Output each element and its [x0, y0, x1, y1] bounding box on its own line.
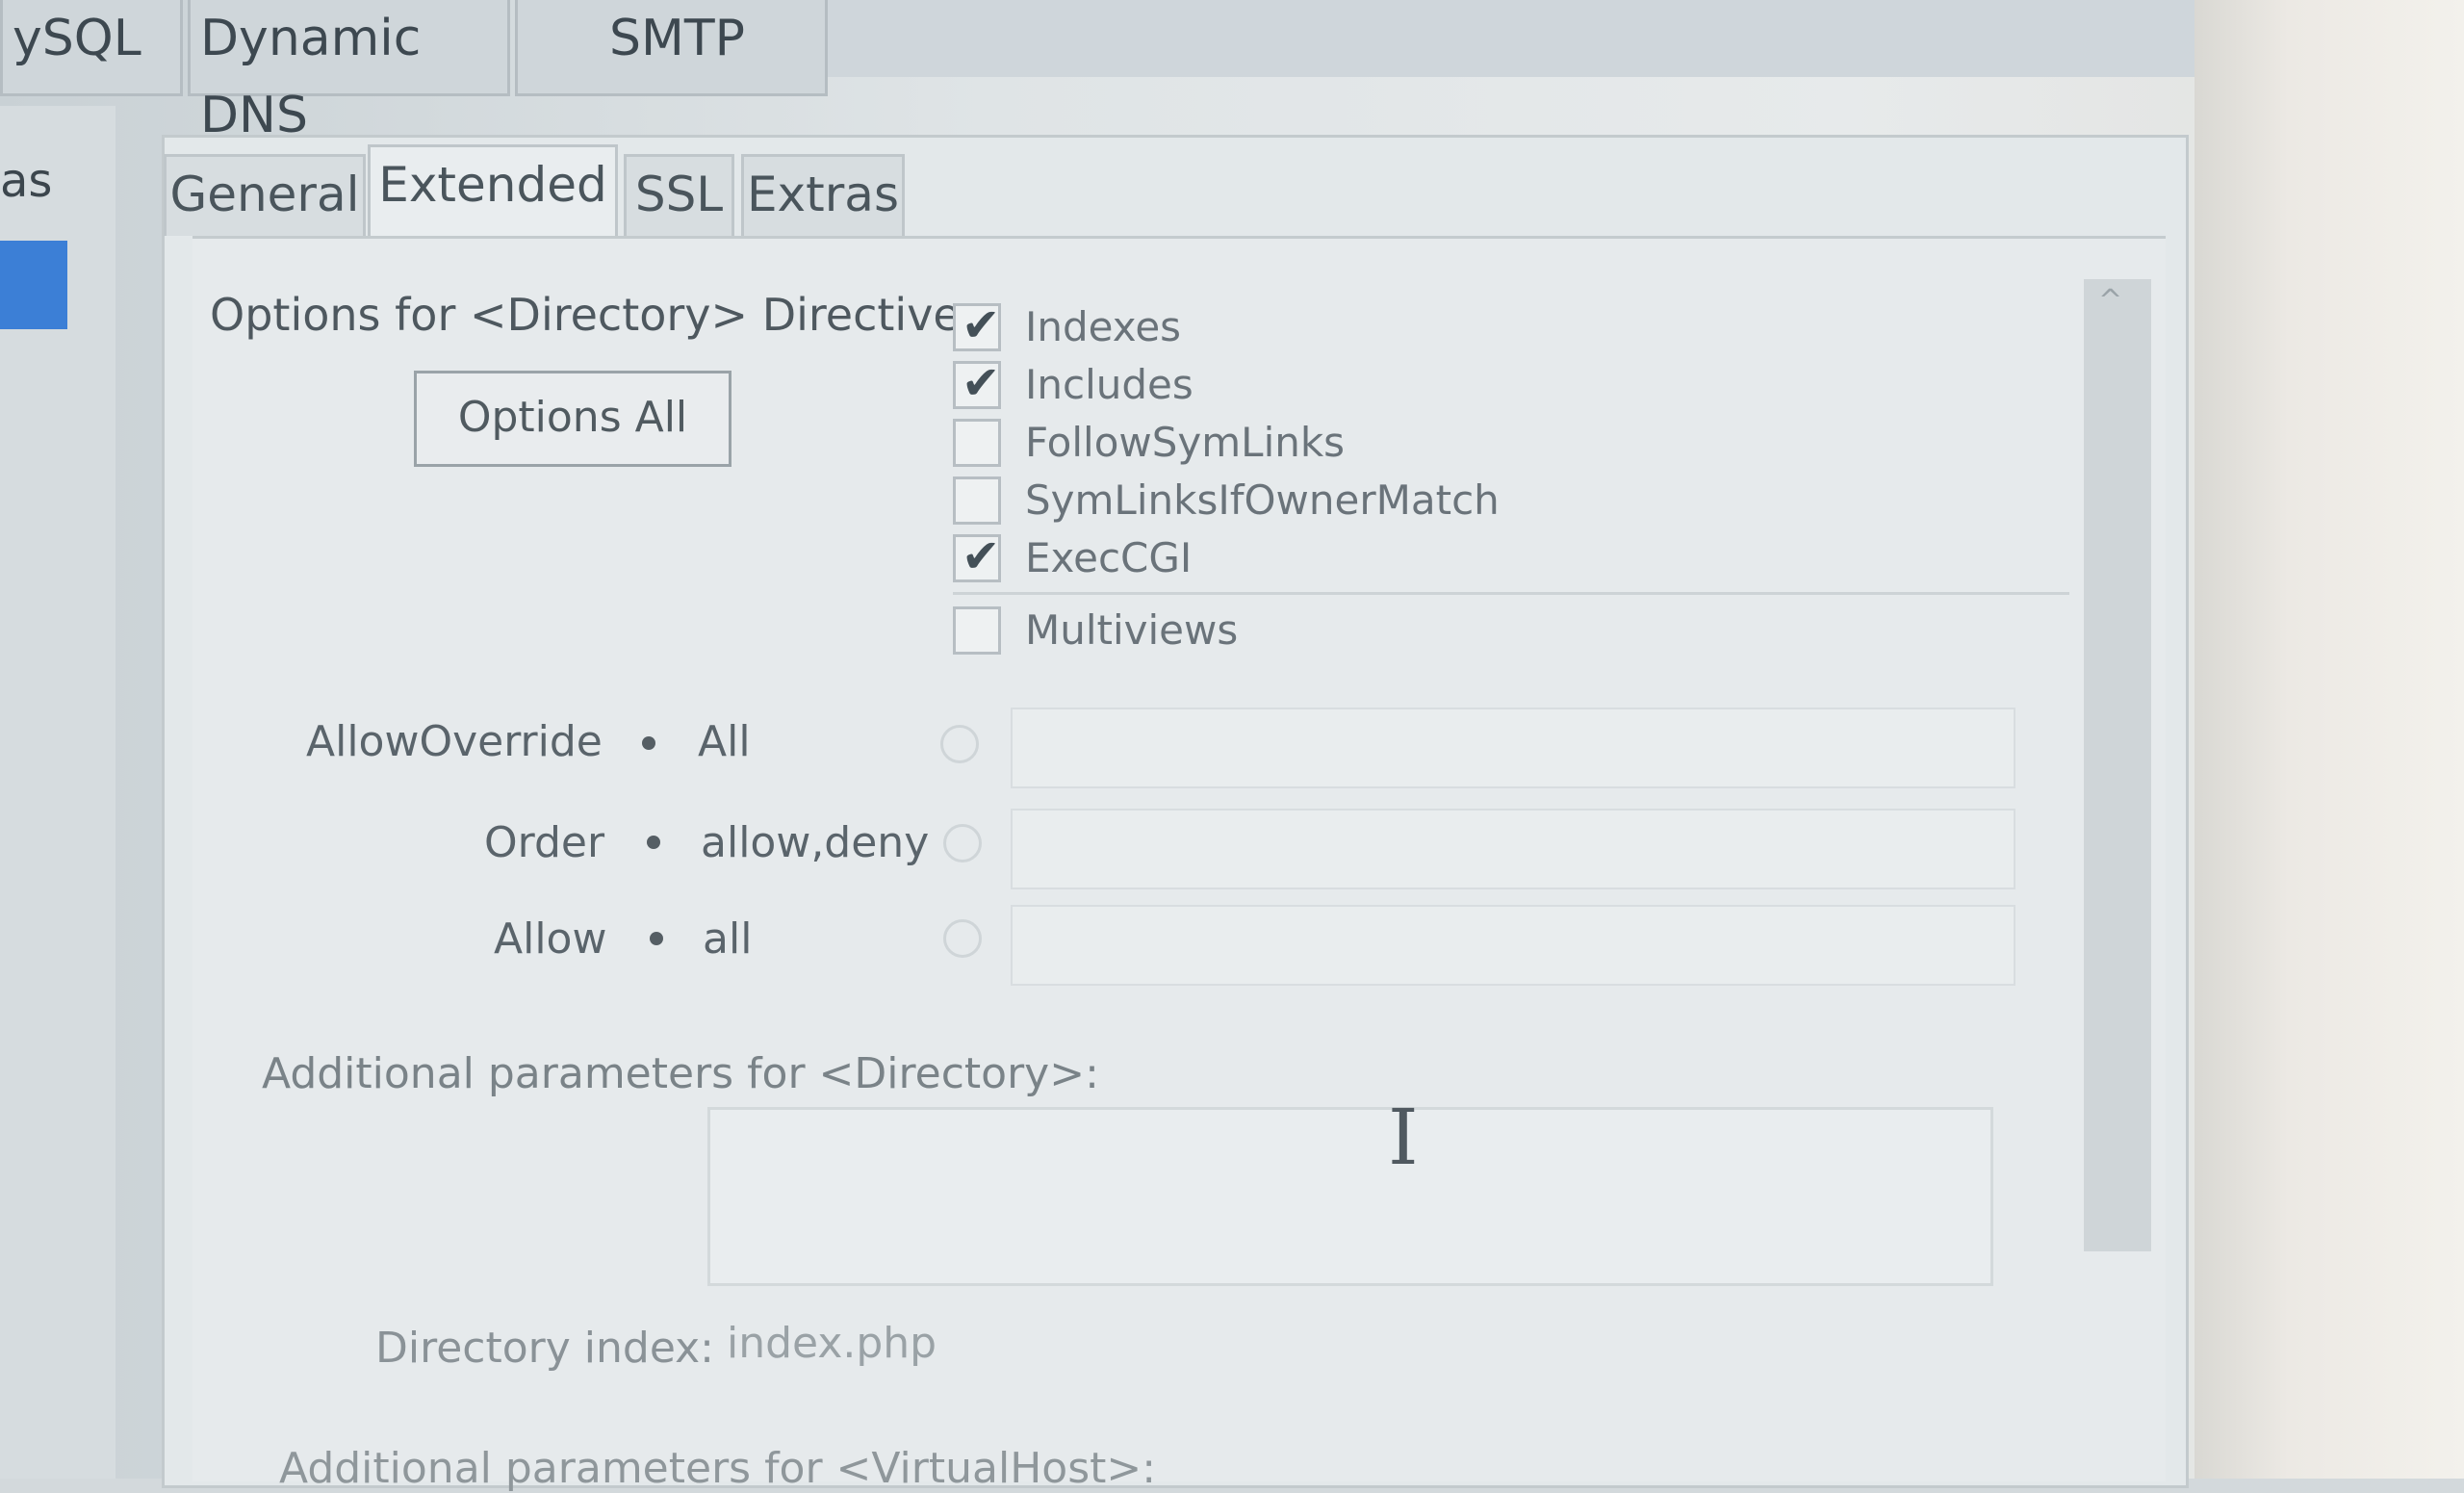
indexes-label: Indexes: [1025, 303, 1182, 350]
check-icon: ✔: [962, 529, 1001, 583]
allowoverride-label: AllowOverride: [306, 717, 603, 766]
allowoverride-radio-custom[interactable]: [940, 725, 979, 763]
allow-value: all: [703, 914, 753, 964]
text-cursor-icon: I: [1388, 1093, 1419, 1182]
sidebar-item-extras[interactable]: as: [0, 154, 52, 208]
allow-custom-field[interactable]: [1011, 905, 2015, 986]
tab-extras-label: Extras: [746, 167, 900, 222]
sidebar-selected-item[interactable]: [0, 241, 67, 329]
additional-directory-textarea[interactable]: [707, 1107, 1993, 1286]
allow-radio-selected[interactable]: [650, 932, 663, 945]
tab-extended[interactable]: Extended: [368, 144, 618, 236]
tab-smtp-label: SMTP: [609, 10, 745, 67]
tab-mysql[interactable]: ySQL: [0, 0, 183, 96]
check-icon: ✔: [962, 298, 1001, 352]
tab-general[interactable]: General: [164, 154, 366, 236]
symlinksifownermatch-label: SymLinksIfOwnerMatch: [1025, 476, 1500, 524]
includes-checkbox[interactable]: ✔: [953, 356, 1001, 410]
scrollbar[interactable]: [2084, 279, 2151, 1251]
check-icon: ✔: [962, 356, 1001, 410]
tab-mysql-label: ySQL: [13, 10, 141, 67]
tab-dynamic-dns[interactable]: Dynamic DNS: [188, 0, 510, 144]
tab-smtp[interactable]: SMTP: [515, 0, 828, 96]
top-tab-strip: [828, 0, 2194, 77]
scroll-up-icon[interactable]: ^: [2098, 284, 2122, 318]
execcgi-checkbox[interactable]: ✔: [953, 529, 1001, 583]
followsymlinks-label: FollowSymLinks: [1025, 419, 1346, 466]
allow-label: Allow: [494, 914, 607, 964]
tab-ssl-label: SSL: [634, 167, 724, 222]
order-custom-field[interactable]: [1011, 809, 2015, 889]
multiviews-checkbox[interactable]: [953, 606, 1001, 655]
directory-options-label: Options for <Directory> Directive:: [210, 289, 976, 341]
allow-radio-custom[interactable]: [943, 919, 982, 958]
allowoverride-radio-selected[interactable]: [642, 736, 655, 750]
multiviews-label: Multiviews: [1025, 606, 1239, 654]
includes-label: Includes: [1025, 361, 1194, 408]
tab-extended-label: Extended: [378, 157, 607, 213]
order-label: Order: [484, 818, 605, 867]
directory-index-label: Directory index:: [375, 1324, 714, 1373]
additional-directory-label: Additional parameters for <Directory>:: [262, 1049, 1099, 1098]
allowoverride-value: All: [698, 717, 751, 766]
options-divider: [953, 592, 2069, 595]
top-tab-bar: ySQL Dynamic DNS SMTP: [0, 0, 828, 144]
additional-virtualhost-label: Additional parameters for <VirtualHost>:: [279, 1444, 1157, 1493]
tab-extras[interactable]: Extras: [741, 154, 905, 236]
options-all-button[interactable]: Options All: [414, 371, 732, 467]
directory-index-value[interactable]: index.php: [727, 1319, 937, 1368]
symlinksifownermatch-checkbox[interactable]: [953, 476, 1001, 525]
order-radio-custom[interactable]: [943, 824, 982, 862]
followsymlinks-checkbox[interactable]: [953, 419, 1001, 467]
allowoverride-custom-field[interactable]: [1011, 708, 2015, 788]
order-value: allow,deny: [701, 818, 930, 867]
indexes-checkbox[interactable]: ✔: [953, 298, 1001, 352]
execcgi-label: ExecCGI: [1025, 534, 1193, 581]
monitor-bezel: [2194, 0, 2464, 1479]
tab-general-label: General: [169, 167, 360, 222]
order-radio-selected[interactable]: [647, 836, 660, 849]
tab-ssl[interactable]: SSL: [624, 154, 734, 236]
